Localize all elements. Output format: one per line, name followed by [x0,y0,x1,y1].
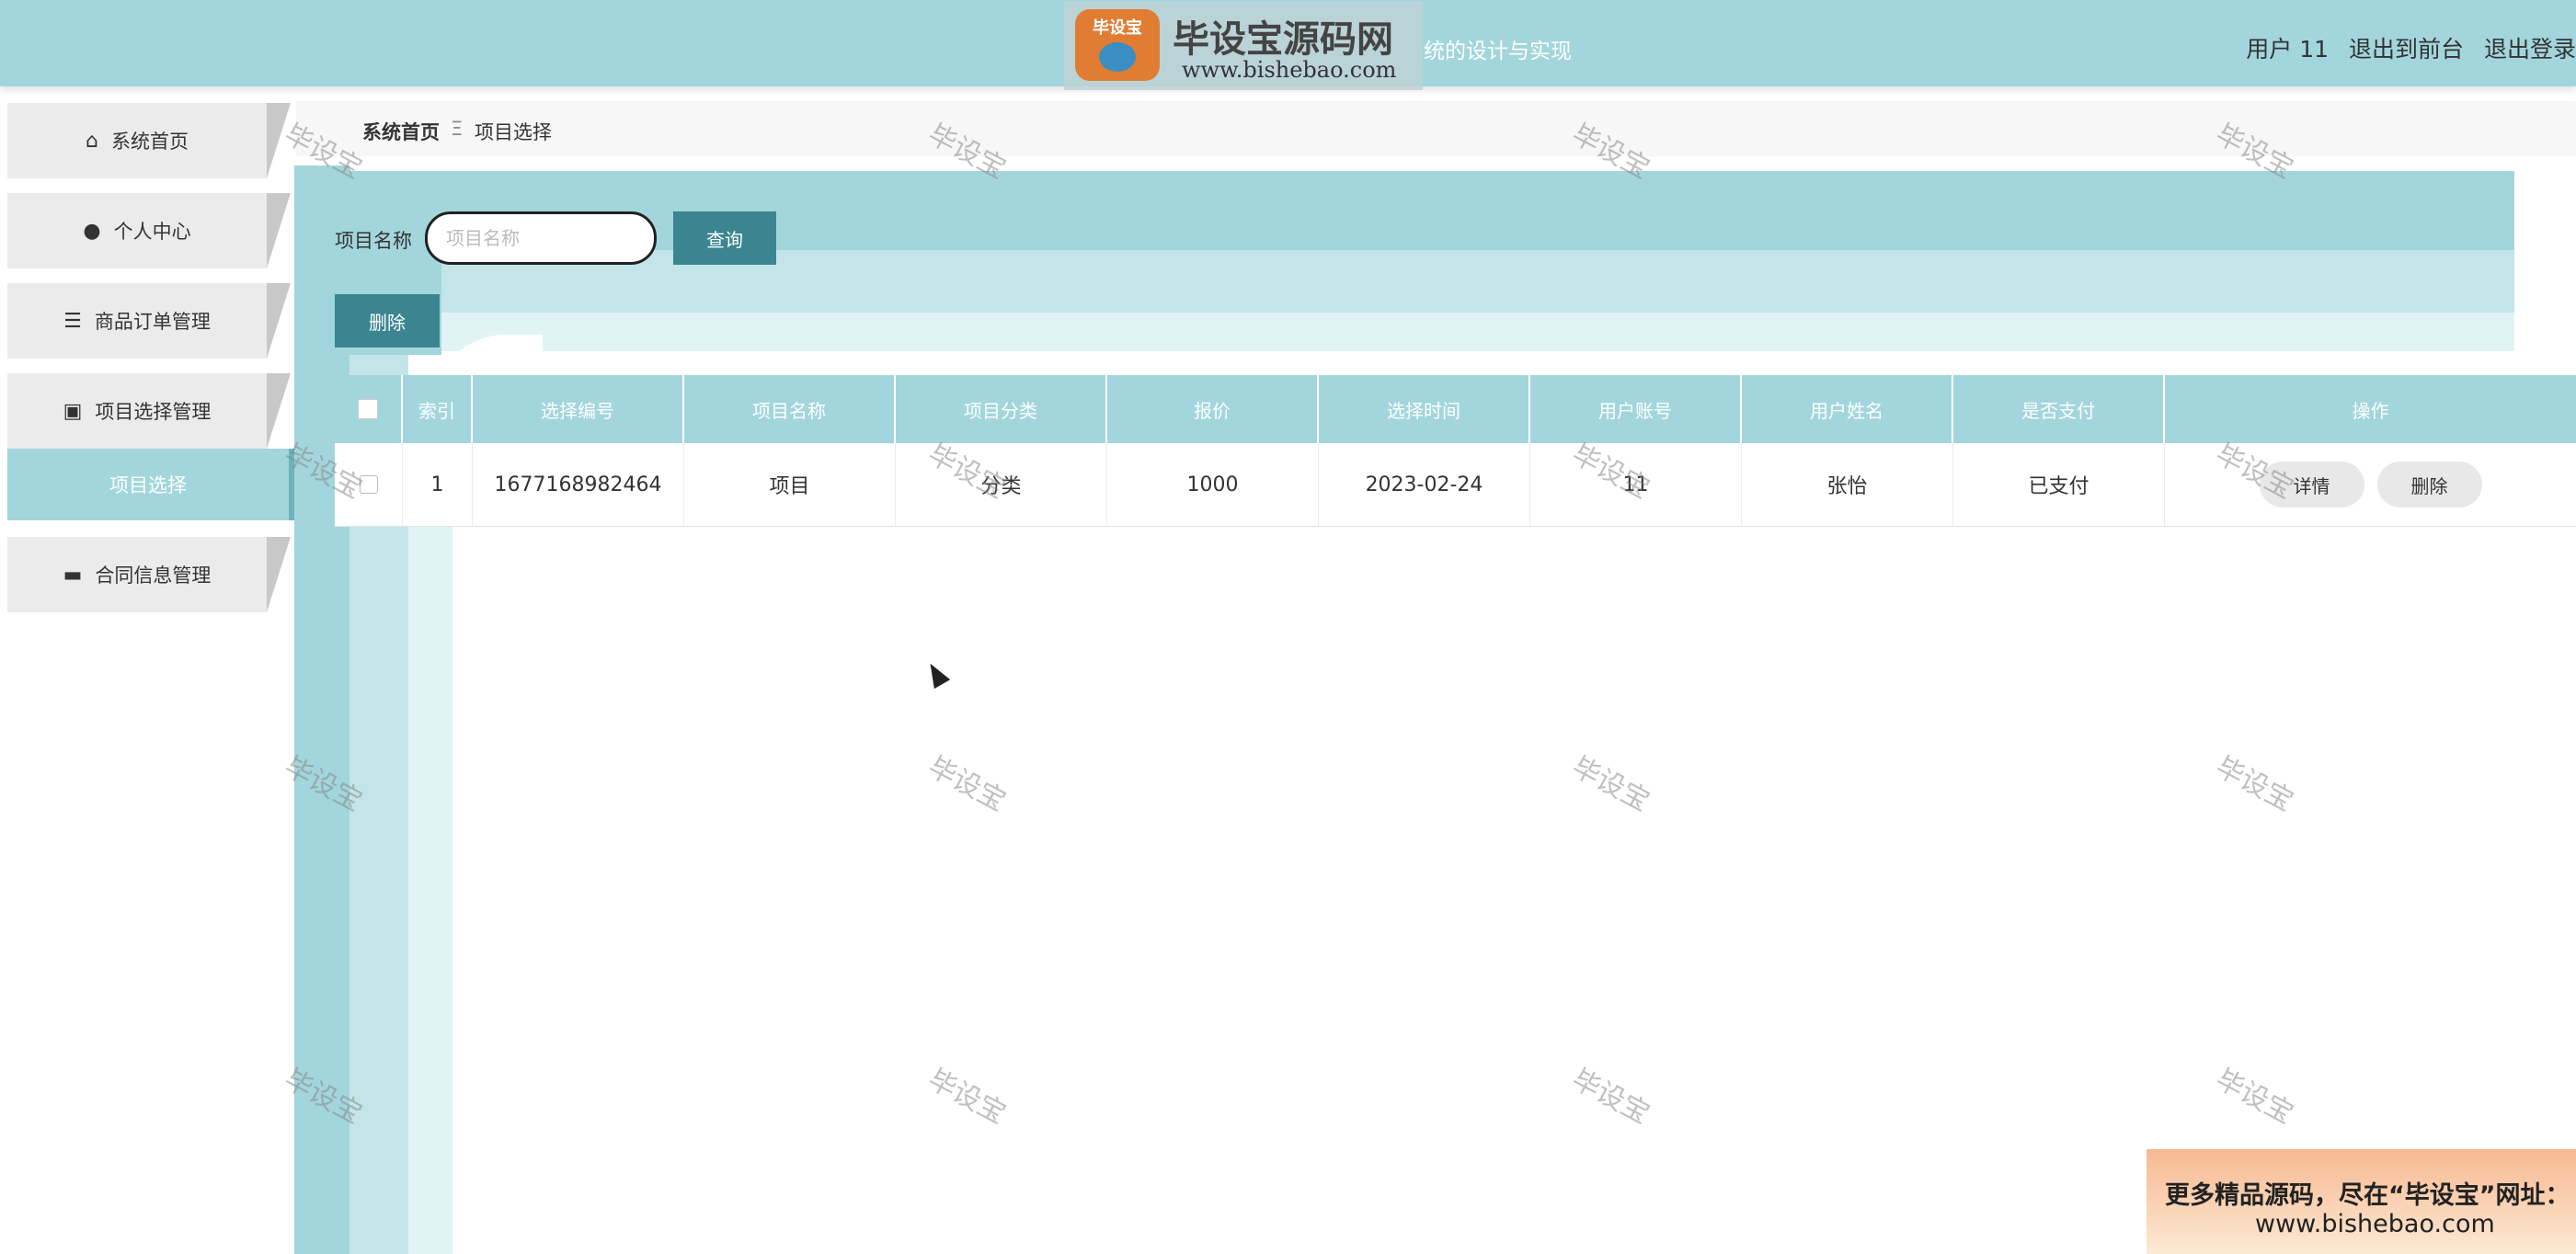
logo-title: 毕设宝源码网 [1173,18,1393,61]
promo-line-1: 更多精品源码，尽在“毕设宝”网址： [2165,1181,2570,1210]
cell-category: 分类 [896,443,1107,526]
site-logo-overlay: 毕设宝 毕设宝源码网 www.bishebao.com [1064,2,1423,90]
column-header: 项目名称 [684,375,896,443]
column-header: 索引 [403,375,473,443]
search-input[interactable] [425,211,657,265]
logout-link[interactable]: 退出登录 [2484,36,2576,63]
decor-band-3 [441,313,2514,351]
user-icon: ● [83,219,101,243]
row-checkbox[interactable] [359,475,378,494]
column-header: 用户姓名 [1742,375,1953,443]
watermark: 毕设宝 [2210,750,2299,818]
query-button[interactable]: 查询 [673,211,776,265]
detail-button[interactable]: 详情 [2259,462,2364,507]
cell-index: 1 [403,443,473,526]
sidebar-item-contracts[interactable]: ▬ 合同信息管理 [7,537,291,612]
row-delete-button[interactable]: 删除 [2376,462,2482,507]
sidebar-item-orders[interactable]: ☰ 商品订单管理 [7,283,291,359]
column-header: 选择时间 [1319,375,1530,443]
archive-icon: ▬ [63,563,83,587]
column-header: 项目分类 [896,375,1107,443]
breadcrumb-home[interactable]: 系统首页 [362,118,440,145]
watermark: 毕设宝 [1566,1063,1655,1131]
cell-project-name: 项目 [684,443,896,526]
watermark: 毕设宝 [922,1063,1012,1131]
promo-line-2: www.bishebao.com [2255,1210,2495,1238]
sidebar-item-label: 商品订单管理 [94,311,211,333]
breadcrumb-separator-icon: Ξ [451,118,464,140]
sidebar-subitem-project-selection[interactable]: 项目选择 [7,449,296,520]
column-header: 选择编号 [473,375,684,443]
cell-price: 1000 [1107,443,1319,526]
row-select[interactable] [335,443,403,526]
watermark: 毕设宝 [1566,750,1655,818]
column-header: 用户账号 [1530,375,1742,443]
cell-account: 11 [1530,443,1742,526]
sidebar-item-label: 项目选择管理 [95,401,212,423]
logo-face-icon [1099,42,1136,72]
sidebar-item-project-selection[interactable]: ▣ 项目选择管理 [7,373,291,449]
table-row: 1 1677168982464 项目 分类 1000 2023-02-24 11… [335,443,2576,527]
list-icon: ☰ [63,309,82,333]
sidebar: ⌂ 系统首页 ● 个人中心 ☰ 商品订单管理 ▣ 项目选择管理 项目选择 ▬ 合… [0,96,296,1254]
watermark: 毕设宝 [922,750,1012,818]
column-header: 操作 [2352,399,2389,422]
table-header: 索引 选择编号 项目名称 项目分类 报价 选择时间 用户账号 用户姓名 是否支付… [335,375,2576,443]
logo-url: www.bishebao.com [1182,57,1397,83]
select-all-checkbox[interactable] [358,399,378,419]
sidebar-item-profile[interactable]: ● 个人中心 [7,193,291,268]
watermark: 毕设宝 [2210,1063,2299,1131]
cell-select-time: 2023-02-24 [1319,443,1530,526]
breadcrumb-current: 项目选择 [475,121,552,143]
cell-user-name: 张怡 [1742,443,1953,526]
app-title: 统的设计与实现 [1424,40,1572,63]
logo-badge-text: 毕设宝 [1093,18,1142,38]
column-header: 报价 [1107,375,1319,443]
user-label: 用户 11 [2246,36,2330,63]
breadcrumb: 系统首页 Ξ 项目选择 [296,101,2576,156]
home-icon: ⌂ [86,129,98,153]
batch-delete-button[interactable]: 删除 [335,294,440,348]
promo-banner: 更多精品源码，尽在“毕设宝”网址： www.bishebao.com [2147,1149,2576,1254]
decor-bar-3 [408,423,452,1254]
cell-actions: 详情 删除 [2165,443,2576,526]
header-select-all[interactable] [335,375,403,443]
sidebar-item-home[interactable]: ⌂ 系统首页 [7,103,291,178]
back-to-front-link[interactable]: 退出到前台 [2349,36,2464,63]
clipboard-icon: ▣ [63,399,83,423]
sidebar-item-label: 系统首页 [110,131,189,153]
cell-select-no: 1677168982464 [473,443,684,526]
top-user-area: 用户 11 退出到前台 退出登录 [2233,31,2576,64]
sidebar-item-label: 合同信息管理 [95,564,212,587]
mouse-cursor-icon [922,658,951,690]
sidebar-item-label: 个人中心 [113,221,191,243]
column-header: 是否支付 [1953,375,2165,443]
logo-badge: 毕设宝 [1075,9,1160,81]
cell-paid: 已支付 [1953,443,2165,526]
search-label: 项目名称 [335,230,412,252]
